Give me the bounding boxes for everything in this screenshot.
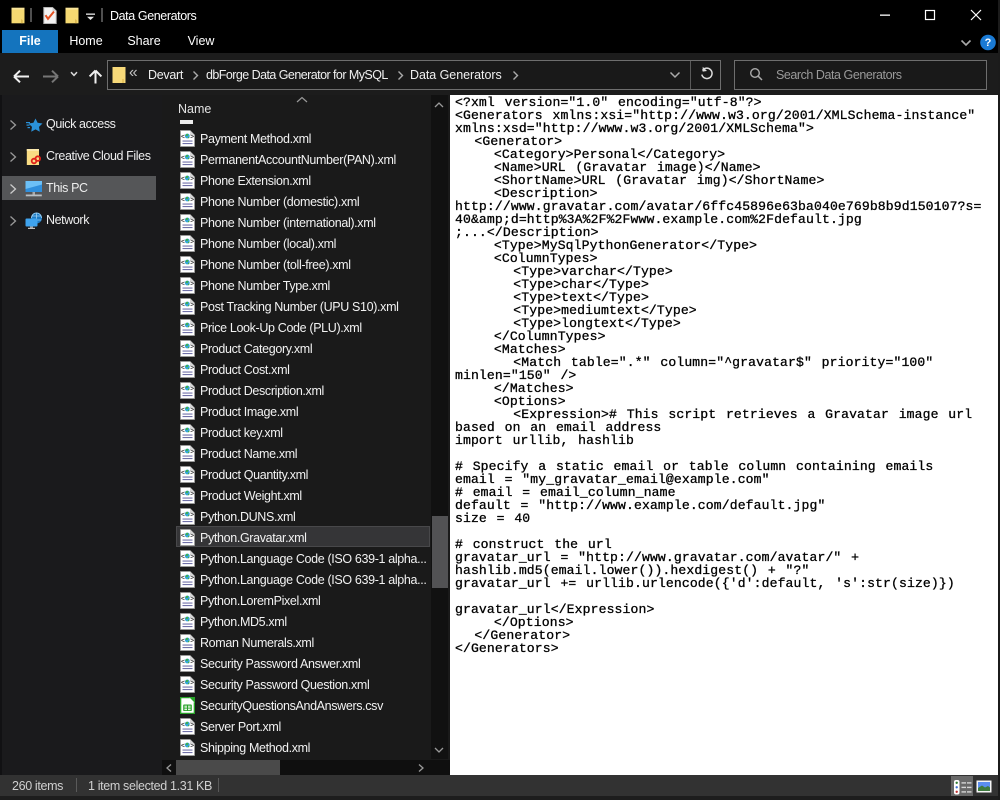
svg-text:?: ?	[985, 37, 992, 49]
